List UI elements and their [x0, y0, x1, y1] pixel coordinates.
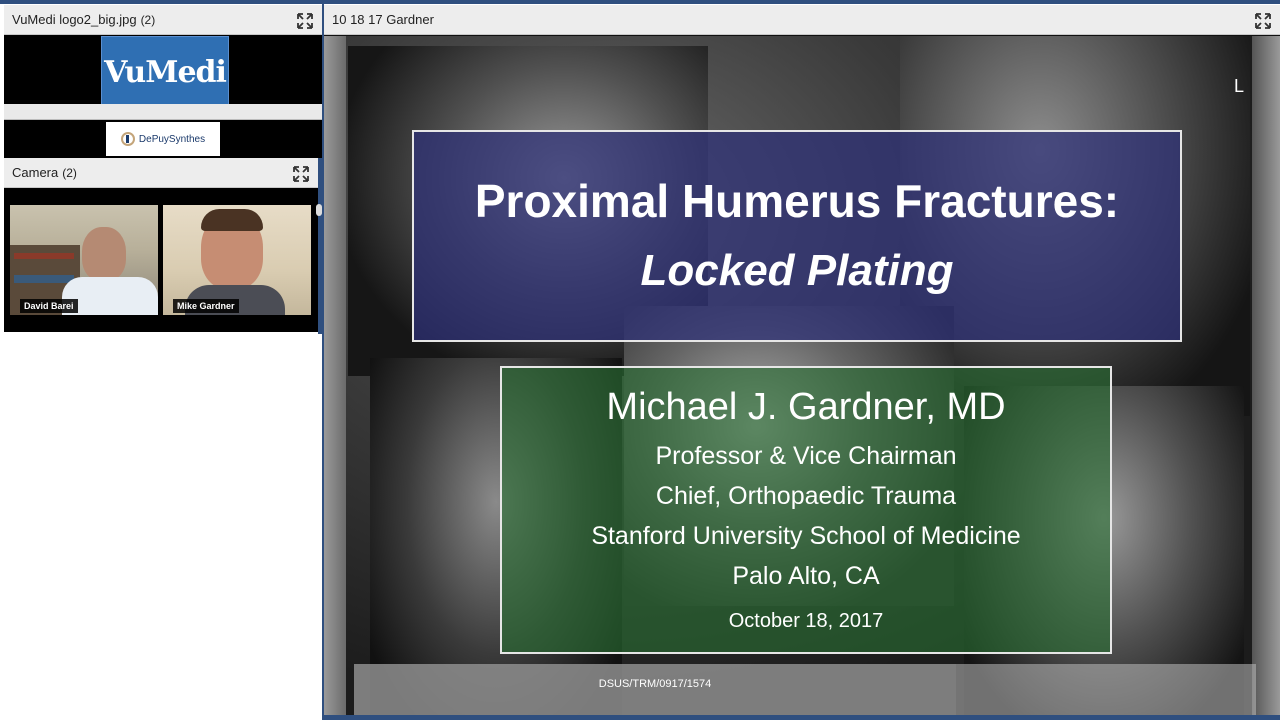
logo-pod-title: VuMedi logo2_big.jpg: [12, 12, 137, 27]
participant-head: [82, 227, 126, 281]
camera-pod-count: (2): [62, 165, 77, 180]
author-title: Chief, Orthopaedic Trauma: [655, 482, 957, 510]
depuy-mark-icon: [120, 132, 135, 146]
slide-footer-bar: [354, 664, 956, 720]
app-top-border: [0, 0, 1280, 4]
slide-title: Proximal Humerus Fractures:: [474, 175, 1120, 227]
author-institution: Stanford University School of Medicine: [591, 522, 1021, 550]
camera-pod-title: Camera: [12, 165, 59, 180]
depuy-synthes-logo: DePuySynthes: [106, 122, 220, 156]
camera-tile[interactable]: David Barei: [10, 205, 158, 315]
participant-name: Mike Gardner: [173, 299, 239, 313]
sponsor-pod: DePuySynthes: [4, 120, 322, 158]
expand-icon[interactable]: [296, 12, 314, 30]
sponsor-pod-header: [4, 104, 322, 120]
participant-name: David Barei: [20, 299, 78, 313]
app-bottom-border: [324, 715, 1280, 720]
logo-pod: VuMedi logo2_big.jpg (2) VuMedi: [4, 5, 322, 113]
expand-icon[interactable]: [1254, 12, 1272, 30]
share-pod: 10 18 17 Gardner L Proximal Humerus Frac…: [324, 5, 1280, 720]
share-pod-header[interactable]: 10 18 17 Gardner: [324, 5, 1280, 35]
slide-edge: [324, 36, 346, 720]
xray-side-marker: L: [1234, 76, 1245, 96]
presentation-date: October 18, 2017: [728, 610, 884, 632]
author-location: Palo Alto, CA: [732, 562, 880, 590]
slide-edge: [1252, 36, 1280, 720]
share-pod-title: 10 18 17 Gardner: [332, 12, 434, 27]
author-name: Michael J. Gardner, MD: [606, 386, 1006, 428]
logo-pod-header[interactable]: VuMedi logo2_big.jpg (2): [4, 5, 322, 35]
document-code: DSUS/TRM/0917/1574: [598, 678, 712, 690]
participant-hair: [201, 209, 263, 231]
camera-pod: Camera (2) David Barei Mike Gardner: [4, 158, 318, 332]
resize-handle[interactable]: [316, 204, 322, 216]
camera-pod-header[interactable]: Camera (2): [4, 158, 318, 188]
slide-footer-bar: [956, 664, 1256, 720]
presentation-slide: L Proximal Humerus Fractures: Locked Pla…: [324, 36, 1280, 720]
logo-pod-count: (2): [140, 12, 156, 27]
vumedi-logo: VuMedi: [101, 36, 229, 108]
depuy-logo-text: DePuySynthes: [138, 133, 206, 145]
slide-subtitle: Locked Plating: [640, 246, 954, 295]
camera-tile[interactable]: Mike Gardner: [163, 205, 311, 315]
slide-author-box: Michael J. Gardner, MD Professor & Vice …: [500, 366, 1112, 654]
vumedi-logo-text: VuMedi: [104, 54, 227, 90]
pod-resize-divider[interactable]: [318, 158, 322, 334]
author-title: Professor & Vice Chairman: [655, 442, 957, 470]
expand-icon[interactable]: [292, 165, 310, 183]
slide-title-box: Proximal Humerus Fractures: Locked Plati…: [412, 130, 1182, 342]
